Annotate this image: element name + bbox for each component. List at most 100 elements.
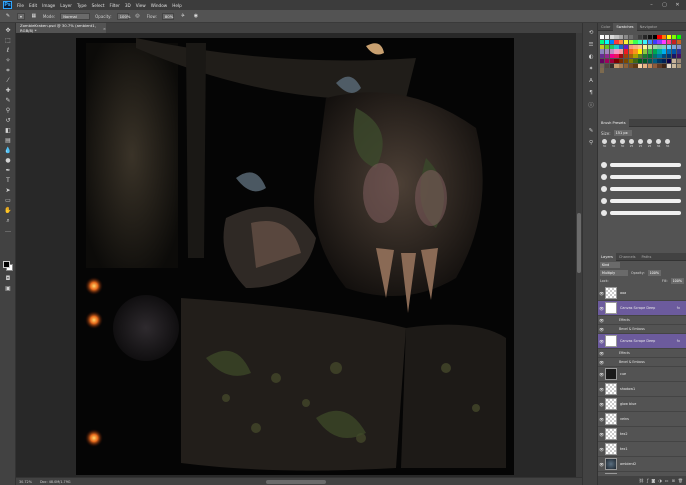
- flow-field[interactable]: 80%: [161, 12, 174, 20]
- color-swatch[interactable]: [633, 54, 638, 59]
- layer-row[interactable]: 👁 shadow1: [598, 382, 686, 397]
- layer-effect-row[interactable]: 👁 Effects: [598, 349, 686, 358]
- eye-icon[interactable]: 👁: [598, 432, 605, 437]
- eyedropper-tool-icon[interactable]: ⁄: [4, 77, 12, 85]
- color-swatch[interactable]: [652, 54, 657, 59]
- color-swatch[interactable]: [633, 39, 638, 44]
- color-swatch[interactable]: [647, 63, 652, 68]
- blur-tool-icon[interactable]: 💧: [4, 147, 12, 155]
- color-swatch[interactable]: [619, 39, 624, 44]
- trash-icon[interactable]: 🗑: [678, 478, 683, 483]
- color-swatch[interactable]: [652, 49, 657, 54]
- color-swatch[interactable]: [662, 49, 667, 54]
- brush-tip[interactable]: 25: [628, 139, 635, 148]
- color-swatch[interactable]: [657, 44, 662, 49]
- color-swatch[interactable]: [628, 35, 633, 40]
- layer-row[interactable]: 👁 aoa: [598, 286, 686, 301]
- color-swatch[interactable]: [638, 35, 643, 40]
- tab-brush-presets[interactable]: Brush Presets: [598, 118, 629, 127]
- menu-view[interactable]: View: [136, 3, 146, 8]
- eye-icon[interactable]: 👁: [598, 351, 605, 356]
- color-swatch[interactable]: [643, 58, 648, 64]
- color-swatch[interactable]: [604, 44, 609, 49]
- color-swatch[interactable]: [643, 39, 648, 44]
- brush-tip[interactable]: 36: [655, 139, 662, 148]
- color-swatch[interactable]: [614, 35, 619, 40]
- color-swatch[interactable]: [643, 35, 648, 40]
- canvas-workspace[interactable]: [16, 33, 582, 477]
- menu-type[interactable]: Type: [77, 3, 87, 8]
- brush-tip[interactable]: 36: [664, 139, 671, 148]
- blend-mode-select[interactable]: Multiply: [600, 270, 628, 276]
- color-swatch[interactable]: [609, 54, 614, 59]
- paragraph-panel-icon[interactable]: ¶: [587, 89, 595, 97]
- layer-name[interactable]: tex1: [620, 447, 628, 451]
- color-swatch[interactable]: [671, 58, 676, 64]
- zoom-level[interactable]: 30.72%: [19, 480, 32, 484]
- layer-row[interactable]: 👁 glow blue: [598, 397, 686, 412]
- color-swatch[interactable]: [619, 54, 624, 59]
- color-swatch[interactable]: [628, 44, 633, 49]
- tab-swatches[interactable]: Swatches: [613, 22, 637, 31]
- layer-row[interactable]: 👁 tex2: [598, 427, 686, 442]
- info-panel-icon[interactable]: ⓘ: [587, 101, 595, 109]
- color-swatch[interactable]: [662, 58, 667, 64]
- layer-row[interactable]: 👁 Canvas Scrape Deep fx: [598, 334, 686, 349]
- color-swatch[interactable]: [628, 49, 633, 54]
- minimize-icon[interactable]: –: [647, 1, 656, 8]
- link-layers-icon[interactable]: ⛓: [639, 478, 644, 483]
- brush-tip[interactable]: 25: [637, 139, 644, 148]
- color-swatch[interactable]: [638, 44, 643, 49]
- layer-style-icon[interactable]: ƒ: [647, 478, 648, 483]
- fill-field[interactable]: 100%: [670, 278, 684, 284]
- color-swatch[interactable]: [676, 49, 681, 54]
- color-swatch[interactable]: [666, 58, 672, 64]
- color-swatch[interactable]: [657, 35, 662, 40]
- color-swatch[interactable]: [676, 35, 681, 40]
- color-swatch[interactable]: [604, 58, 609, 64]
- brush-tip[interactable]: 25: [646, 139, 653, 148]
- history-panel-icon[interactable]: ⟲: [587, 29, 595, 37]
- maximize-icon[interactable]: ▢: [660, 1, 669, 8]
- path-select-tool-icon[interactable]: ➤: [4, 187, 12, 195]
- color-swatch[interactable]: [609, 35, 614, 40]
- color-swatch[interactable]: [623, 58, 629, 64]
- color-swatch[interactable]: [652, 39, 657, 44]
- gradient-tool-icon[interactable]: ▤: [4, 137, 12, 145]
- airbrush-icon[interactable]: ✈: [179, 12, 187, 20]
- eye-icon[interactable]: 👁: [598, 318, 605, 323]
- brush-preset-item[interactable]: [601, 207, 681, 219]
- layer-effect-row[interactable]: 👁 Effects: [598, 316, 686, 325]
- foreground-color-swatch[interactable]: [3, 261, 10, 268]
- eye-icon[interactable]: 👁: [598, 360, 605, 365]
- color-swatch[interactable]: [614, 58, 619, 64]
- color-swatch[interactable]: [676, 58, 681, 64]
- color-swatch[interactable]: [623, 63, 629, 68]
- eye-icon[interactable]: 👁: [598, 447, 605, 452]
- layer-row[interactable]: 👁 tex1: [598, 442, 686, 457]
- crop-tool-icon[interactable]: ⌗: [4, 67, 12, 75]
- color-swatch[interactable]: [600, 63, 605, 68]
- color-swatch[interactable]: [600, 54, 605, 59]
- menu-window[interactable]: Window: [151, 3, 168, 8]
- color-swatch[interactable]: [647, 35, 652, 40]
- color-swatch[interactable]: [662, 35, 667, 40]
- eye-icon[interactable]: 👁: [598, 372, 605, 377]
- color-swatch[interactable]: [657, 63, 662, 68]
- color-swatch[interactable]: [609, 63, 614, 68]
- move-tool-icon[interactable]: ✥: [4, 27, 12, 35]
- pressure-size-icon[interactable]: ◉: [192, 12, 200, 20]
- color-swatch[interactable]: [652, 35, 657, 40]
- tab-channels[interactable]: Channels: [616, 253, 639, 261]
- color-swatch[interactable]: [643, 49, 648, 54]
- color-swatch[interactable]: [614, 54, 619, 59]
- color-swatch[interactable]: [671, 63, 676, 68]
- color-swatch[interactable]: [633, 44, 638, 49]
- layer-opacity-field[interactable]: 100%: [647, 270, 661, 276]
- color-swatch[interactable]: [623, 54, 629, 59]
- brush-tip[interactable]: 30: [610, 139, 617, 148]
- color-swatch[interactable]: [600, 35, 605, 40]
- color-swatch[interactable]: [619, 63, 624, 68]
- healing-brush-tool-icon[interactable]: ✚: [4, 87, 12, 95]
- color-swatch[interactable]: [614, 49, 619, 54]
